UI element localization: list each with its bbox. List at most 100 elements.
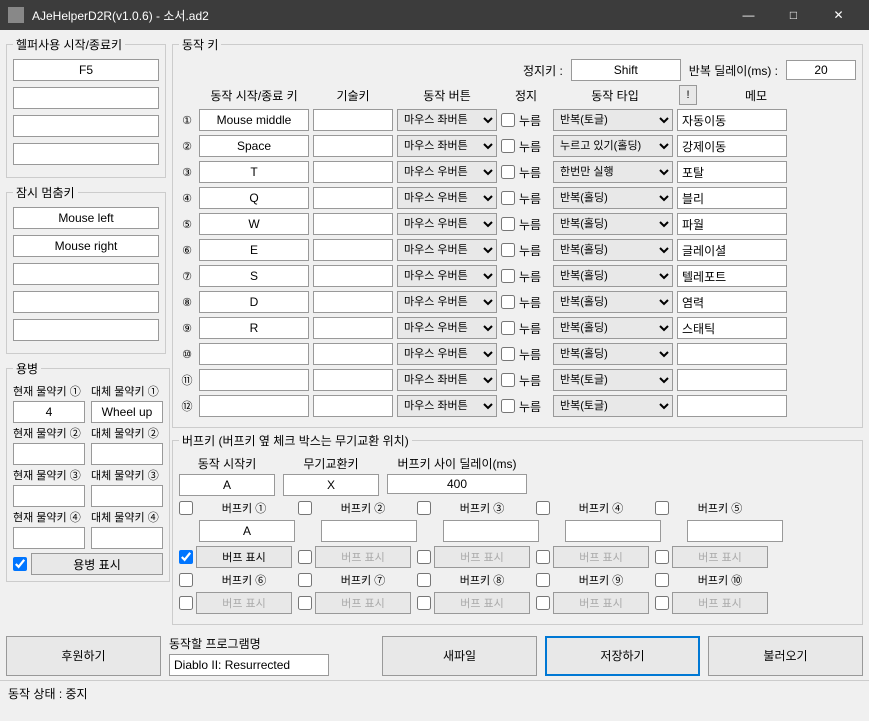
merc-cur3[interactable] [13, 485, 85, 507]
buff-show-check[interactable] [536, 550, 550, 564]
hdr-bang[interactable]: ! [679, 85, 697, 105]
buff-show-button[interactable]: 버프 표시 [553, 592, 649, 614]
delay-field[interactable] [786, 60, 856, 80]
merc-show-check[interactable] [13, 557, 27, 571]
buff-key-field[interactable] [565, 520, 661, 542]
new-file-button[interactable]: 새파일 [382, 636, 537, 676]
action-type-select[interactable]: 한번만 실행 [553, 161, 673, 183]
action-type-select[interactable]: 반복(홀딩) [553, 239, 673, 261]
skill-field[interactable] [313, 239, 393, 261]
action-button-select[interactable]: 마우스 우버튼 [397, 317, 497, 339]
skill-field[interactable] [313, 291, 393, 313]
buff-show-button[interactable]: 버프 표시 [434, 592, 530, 614]
pause-key-4[interactable] [13, 291, 159, 313]
buff-swap-check[interactable] [298, 501, 312, 515]
stop-check[interactable] [501, 113, 515, 127]
action-key-field[interactable] [199, 239, 309, 261]
buff-swap-check[interactable] [298, 573, 312, 587]
action-key-field[interactable] [199, 213, 309, 235]
pause-key-1[interactable] [13, 207, 159, 229]
stop-check[interactable] [501, 243, 515, 257]
buff-swap-check[interactable] [536, 501, 550, 515]
stop-check[interactable] [501, 217, 515, 231]
helper-key-1[interactable] [13, 59, 159, 81]
merc-alt1[interactable] [91, 401, 163, 423]
memo-field[interactable] [677, 265, 787, 287]
action-type-select[interactable]: 반복(토글) [553, 395, 673, 417]
stop-check[interactable] [501, 191, 515, 205]
memo-field[interactable] [677, 291, 787, 313]
buff-show-check[interactable] [417, 550, 431, 564]
buff-show-check[interactable] [179, 550, 193, 564]
memo-field[interactable] [677, 239, 787, 261]
action-button-select[interactable]: 마우스 우버튼 [397, 187, 497, 209]
stop-key-field[interactable] [571, 59, 681, 81]
memo-field[interactable] [677, 109, 787, 131]
action-key-field[interactable] [199, 187, 309, 209]
memo-field[interactable] [677, 369, 787, 391]
skill-field[interactable] [313, 187, 393, 209]
memo-field[interactable] [677, 161, 787, 183]
stop-check[interactable] [501, 139, 515, 153]
skill-field[interactable] [313, 265, 393, 287]
action-button-select[interactable]: 마우스 우버튼 [397, 213, 497, 235]
action-key-field[interactable] [199, 265, 309, 287]
skill-field[interactable] [313, 135, 393, 157]
buff-show-check[interactable] [417, 596, 431, 610]
action-type-select[interactable]: 반복(홀딩) [553, 291, 673, 313]
action-type-select[interactable]: 반복(홀딩) [553, 213, 673, 235]
action-key-field[interactable] [199, 135, 309, 157]
pause-key-2[interactable] [13, 235, 159, 257]
skill-field[interactable] [313, 161, 393, 183]
stop-check[interactable] [501, 295, 515, 309]
memo-field[interactable] [677, 395, 787, 417]
action-type-select[interactable]: 반복(홀딩) [553, 265, 673, 287]
buff-key-field[interactable] [321, 520, 417, 542]
merc-show-button[interactable]: 용병 표시 [31, 553, 163, 575]
buff-show-button[interactable]: 버프 표시 [196, 546, 292, 568]
maximize-button[interactable]: □ [771, 0, 816, 30]
action-key-field[interactable] [199, 161, 309, 183]
action-key-field[interactable] [199, 343, 309, 365]
buff-show-check[interactable] [655, 596, 669, 610]
buff-swap-check[interactable] [417, 501, 431, 515]
action-key-field[interactable] [199, 369, 309, 391]
buff-show-check[interactable] [298, 596, 312, 610]
action-type-select[interactable]: 반복(홀딩) [553, 317, 673, 339]
helper-key-3[interactable] [13, 115, 159, 137]
buff-show-check[interactable] [179, 596, 193, 610]
buff-swap-check[interactable] [179, 573, 193, 587]
merc-alt4[interactable] [91, 527, 163, 549]
merc-cur4[interactable] [13, 527, 85, 549]
buff-show-check[interactable] [655, 550, 669, 564]
merc-alt2[interactable] [91, 443, 163, 465]
buff-swap-field[interactable] [283, 474, 379, 496]
buff-show-button[interactable]: 버프 표시 [672, 546, 768, 568]
helper-key-2[interactable] [13, 87, 159, 109]
buff-key-field[interactable] [199, 520, 295, 542]
stop-check[interactable] [501, 321, 515, 335]
action-button-select[interactable]: 마우스 우버튼 [397, 239, 497, 261]
action-button-select[interactable]: 마우스 우버튼 [397, 343, 497, 365]
buff-swap-check[interactable] [536, 573, 550, 587]
skill-field[interactable] [313, 213, 393, 235]
buff-show-button[interactable]: 버프 표시 [434, 546, 530, 568]
buff-swap-check[interactable] [179, 501, 193, 515]
action-button-select[interactable]: 마우스 우버튼 [397, 265, 497, 287]
action-button-select[interactable]: 마우스 좌버튼 [397, 395, 497, 417]
buff-key-field[interactable] [443, 520, 539, 542]
program-field[interactable] [169, 654, 329, 676]
stop-check[interactable] [501, 347, 515, 361]
buff-delay-field[interactable] [387, 474, 527, 494]
stop-check[interactable] [501, 269, 515, 283]
action-key-field[interactable] [199, 109, 309, 131]
stop-check[interactable] [501, 373, 515, 387]
buff-swap-check[interactable] [655, 573, 669, 587]
memo-field[interactable] [677, 343, 787, 365]
merc-alt3[interactable] [91, 485, 163, 507]
stop-check[interactable] [501, 165, 515, 179]
action-button-select[interactable]: 마우스 좌버튼 [397, 109, 497, 131]
load-button[interactable]: 불러오기 [708, 636, 863, 676]
sponsor-button[interactable]: 후원하기 [6, 636, 161, 676]
pause-key-5[interactable] [13, 319, 159, 341]
